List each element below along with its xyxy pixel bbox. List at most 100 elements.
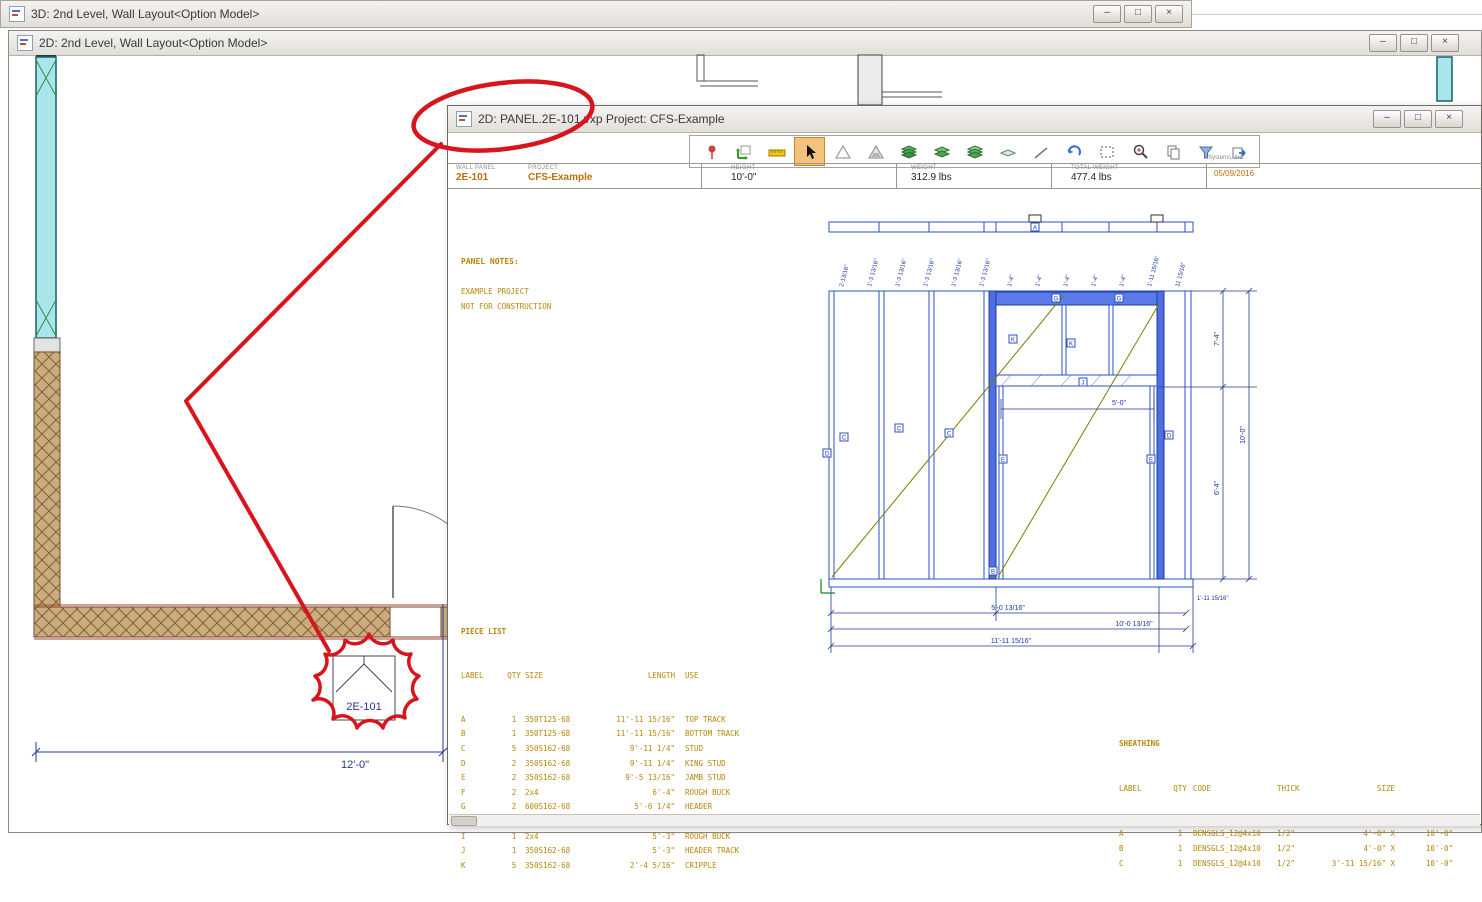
window-3d-layout[interactable]: 3D: 2nd Level, Wall Layout<Option Model>… (0, 0, 1192, 28)
table-cell (1401, 781, 1453, 796)
table-cell: LABEL (1119, 781, 1167, 796)
table-cell: A (1119, 826, 1167, 841)
svg-text:5'-0": 5'-0" (1112, 400, 1126, 407)
table-cell: 1 (1167, 841, 1193, 856)
top-dimension-labels: 2-13/16" 1'-3 13/16" 1'-3 13/16" 1'-3 13… (839, 256, 1187, 288)
table-cell: D (461, 757, 503, 772)
opening-dimension: 5'-0" (1001, 399, 1154, 419)
table-cell: DENSGLS_12@4x10 (1193, 856, 1277, 871)
table-cell: KING STUD (685, 757, 777, 772)
window-panel[interactable]: 2D: PANEL.2E-101.vxp Project: CFS-Exampl… (447, 105, 1482, 825)
table-cell: 10'-0" (1401, 826, 1453, 841)
svg-text:11 15/16": 11 15/16" (1175, 262, 1187, 288)
table-cell: 6'-4" (597, 786, 685, 801)
table-cell: 350T125-68 (525, 727, 597, 742)
table-cell: 5 (503, 859, 525, 874)
piece-list-rows: A1350T125-6811'-11 15/16"TOP TRACKB1350T… (461, 713, 777, 874)
window-panel-titlebar[interactable]: 2D: PANEL.2E-101.vxp Project: CFS-Exampl… (448, 106, 1481, 132)
svg-text:10'-0": 10'-0" (1240, 426, 1247, 444)
close-button[interactable]: × (1435, 110, 1463, 128)
table-cell: A (461, 713, 503, 728)
svg-text:C: C (897, 427, 902, 433)
svg-text:1'-3 13/16": 1'-3 13/16" (979, 258, 992, 287)
window-3d-titlebar[interactable]: 3D: 2nd Level, Wall Layout<Option Model>… (1, 1, 1191, 27)
table-cell: QTY (503, 669, 525, 684)
svg-text:K: K (1069, 342, 1073, 348)
sheathing-header: LABELQTYCODETHICKSIZE (1119, 781, 1453, 796)
table-row: A1DENSGLS_12@4x101/2"4'-0" X10'-0" (1119, 826, 1453, 841)
maximize-button[interactable]: □ (1400, 34, 1428, 52)
minimize-button[interactable]: – (1369, 34, 1397, 52)
table-cell: 2 (503, 800, 525, 815)
minimize-button[interactable]: – (1093, 5, 1121, 23)
table-cell: 9'-11 1/4" (597, 742, 685, 757)
svg-text:6'-4": 6'-4" (1214, 481, 1221, 495)
table-cell: HEADER (685, 800, 777, 815)
table-cell: 2'-4 5/16" (597, 859, 685, 874)
table-cell: 5'-3" (597, 830, 685, 845)
close-button[interactable]: × (1155, 5, 1183, 23)
svg-text:2-13/16": 2-13/16" (839, 264, 851, 287)
table-row: F22x46'-4"ROUGH BUCK (461, 786, 777, 801)
table-cell: 2x4 (525, 830, 597, 845)
table-cell: 350S162-68 (525, 844, 597, 859)
svg-text:G: G (1054, 297, 1059, 303)
table-row: C5350S162-689'-11 1/4"STUD (461, 742, 777, 757)
table-row: D2350S162-689'-11 1/4"KING STUD (461, 757, 777, 772)
table-cell: 5'-6 1/4" (597, 800, 685, 815)
svg-text:B: B (991, 570, 995, 576)
svg-text:G: G (1117, 297, 1122, 303)
table-cell: DENSGLS_12@4x10 (1193, 841, 1277, 856)
table-cell: SIZE (1317, 781, 1401, 796)
table-cell: THICK (1277, 781, 1317, 796)
window-2d-title: 2D: 2nd Level, Wall Layout<Option Model> (39, 36, 267, 50)
table-cell: 10'-0" (1401, 856, 1453, 871)
svg-text:1'-3 13/16": 1'-3 13/16" (951, 258, 964, 287)
piece-list-title: PIECE LIST (461, 625, 777, 640)
svg-text:1'-3 13/16": 1'-3 13/16" (867, 258, 880, 287)
table-cell: 1 (503, 844, 525, 859)
table-cell: C (461, 742, 503, 757)
svg-text:5'-0 13/16": 5'-0 13/16" (991, 605, 1025, 612)
scrollbar-thumb[interactable] (451, 816, 477, 826)
table-cell: SIZE (525, 669, 597, 684)
table-cell: 1 (503, 830, 525, 845)
table-row: LABELQTYCODETHICKSIZE (1119, 781, 1453, 796)
table-cell: 5 (503, 742, 525, 757)
window-panel-icon (456, 111, 472, 127)
sheathing-table: SHEATHING LABELQTYCODETHICKSIZE A1DENSGL… (1119, 706, 1453, 901)
window-2d-titlebar[interactable]: 2D: 2nd Level, Wall Layout<Option Model>… (9, 31, 1481, 55)
panel-notes-line2: NOT FOR CONSTRUCTION (461, 302, 551, 311)
panel-notes-line1: EXAMPLE PROJECT (461, 287, 529, 296)
table-cell: 350S162-68 (525, 742, 597, 757)
svg-text:D: D (825, 452, 830, 458)
piece-list-header: LABELQTYSIZELENGTHUSE (461, 669, 777, 684)
top-track (829, 215, 1193, 232)
right-dimensions: 7'-4" 6'-4" 10'-0" 1'-11 15/16" (1159, 288, 1257, 602)
table-cell: I (461, 830, 503, 845)
table-row: C1DENSGLS_12@4x101/2"3'-11 15/16" X10'-0… (1119, 856, 1453, 871)
background-window-edge (1192, 14, 1482, 15)
table-row: LABELQTYSIZELENGTHUSE (461, 669, 777, 684)
minimize-button[interactable]: – (1373, 110, 1401, 128)
table-cell: 2 (503, 757, 525, 772)
svg-text:1'-4": 1'-4" (1035, 274, 1044, 287)
horizontal-scrollbar[interactable] (449, 814, 1480, 826)
table-cell: 9'-5 13/16" (597, 771, 685, 786)
window-panel-title: 2D: PANEL.2E-101.vxp Project: CFS-Exampl… (478, 112, 725, 126)
table-cell: CODE (1193, 781, 1277, 796)
table-cell: TOP TRACK (685, 713, 777, 728)
table-cell: 5'-3" (597, 844, 685, 859)
table-cell: CRIPPLE (685, 859, 777, 874)
table-cell: 1/2" (1277, 826, 1317, 841)
table-cell: 4'-0" X (1317, 826, 1401, 841)
svg-text:E: E (1001, 458, 1005, 464)
maximize-button[interactable]: □ (1124, 5, 1152, 23)
table-cell: 2 (503, 786, 525, 801)
close-button[interactable]: × (1431, 34, 1459, 52)
maximize-button[interactable]: □ (1404, 110, 1432, 128)
table-cell: 4'-0" X (1317, 841, 1401, 856)
table-row: B1DENSGLS_12@4x101/2"4'-0" X10'-0" (1119, 841, 1453, 856)
window-3d-icon (9, 6, 25, 22)
svg-text:1'-4": 1'-4" (1007, 274, 1016, 287)
